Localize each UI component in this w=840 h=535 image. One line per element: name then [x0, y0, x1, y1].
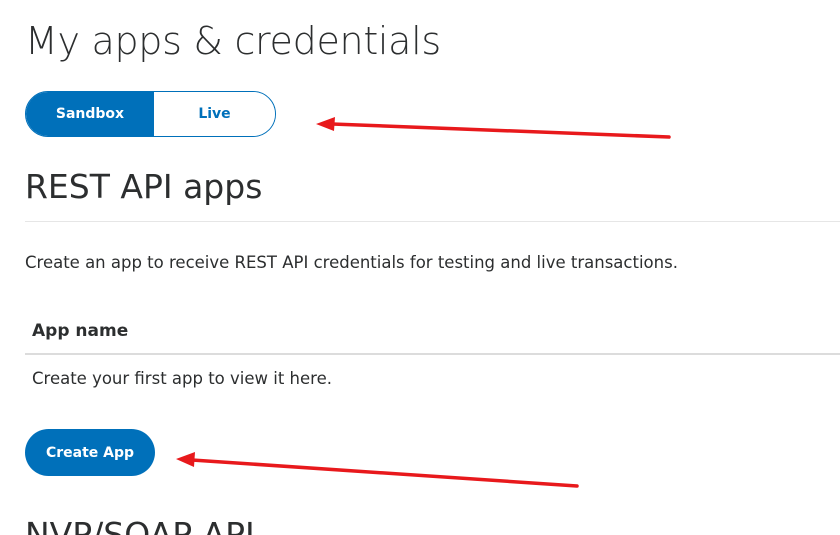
- sandbox-toggle-option[interactable]: Sandbox: [26, 92, 154, 136]
- page-title: My apps & credentials: [25, 19, 441, 63]
- app-name-column-header: App name: [32, 321, 129, 341]
- toggle-annotation-arrow: [316, 117, 671, 139]
- rest-api-description: Create an app to receive REST API creden…: [25, 253, 678, 272]
- nvp-soap-api-heading: NVP/SOAP API: [25, 515, 255, 535]
- create-app-annotation-arrow: [176, 452, 579, 488]
- table-header-divider: [25, 353, 840, 355]
- create-app-button[interactable]: Create App: [25, 429, 155, 476]
- credentials-page: My apps & credentials Sandbox Live REST …: [0, 0, 840, 535]
- environment-toggle: Sandbox Live: [25, 91, 276, 137]
- rest-api-apps-heading: REST API apps: [25, 167, 263, 206]
- empty-apps-message: Create your first app to view it here.: [32, 369, 332, 388]
- section-divider: [25, 221, 840, 222]
- live-toggle-option[interactable]: Live: [154, 92, 275, 136]
